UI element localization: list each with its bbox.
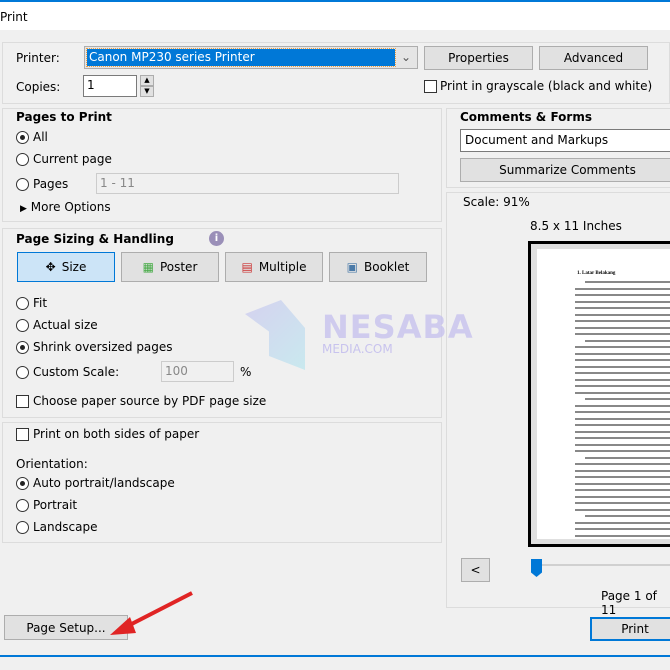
doc-text-line xyxy=(575,534,670,537)
doc-text-line xyxy=(575,450,670,452)
doc-text-line xyxy=(575,502,670,504)
summarize-comments-button[interactable]: Summarize Comments xyxy=(460,158,670,182)
page-preview: 1. Latar Belakang xyxy=(528,241,670,547)
printer-label: Printer: xyxy=(16,51,60,65)
doc-heading: 1. Latar Belakang xyxy=(577,271,616,276)
paper-size-label: 8.5 x 11 Inches xyxy=(530,219,622,233)
doc-text-line xyxy=(575,463,670,465)
doc-text-line xyxy=(585,281,670,283)
poster-icon: ▦ xyxy=(142,260,154,274)
radio-pages[interactable]: Pages xyxy=(16,177,68,191)
doc-text-line xyxy=(575,287,670,290)
doc-text-line xyxy=(575,417,670,420)
doc-text-line xyxy=(575,385,670,387)
comments-title: Comments & Forms xyxy=(460,110,592,124)
pages-to-print-title: Pages to Print xyxy=(16,110,112,124)
booklet-button[interactable]: ▣ Booklet xyxy=(329,252,427,282)
page-sizing-title: Page Sizing & Handling xyxy=(16,232,174,246)
duplex-checkbox[interactable]: Print on both sides of paper xyxy=(16,427,199,441)
doc-text-line xyxy=(575,424,670,426)
doc-text-line xyxy=(575,320,670,322)
doc-text-line xyxy=(585,456,670,459)
doc-text-line xyxy=(575,508,670,511)
doc-text-line xyxy=(575,443,670,446)
doc-text-line xyxy=(575,437,670,439)
doc-text-line xyxy=(575,294,670,296)
radio-custom-scale[interactable]: Custom Scale: xyxy=(16,365,119,379)
doc-text-line xyxy=(585,515,670,517)
radio-current-page[interactable]: Current page xyxy=(16,152,112,166)
page-slider-track[interactable] xyxy=(533,564,670,566)
copies-down-button[interactable]: ▼ xyxy=(140,86,154,97)
paper-source-checkbox[interactable]: Choose paper source by PDF page size xyxy=(16,394,266,408)
page-indicator: Page 1 of 11 xyxy=(601,589,657,617)
copies-input[interactable]: 1 xyxy=(83,75,137,97)
doc-text-line xyxy=(575,521,670,524)
doc-text-line xyxy=(585,339,670,342)
title-bar: Print xyxy=(0,0,670,30)
radio-landscape[interactable]: Landscape xyxy=(16,520,97,534)
doc-text-line xyxy=(585,398,670,400)
radio-all[interactable]: All xyxy=(16,130,48,144)
doc-text-line xyxy=(575,333,670,335)
properties-button[interactable]: Properties xyxy=(424,46,533,70)
scale-label: Scale: 91% xyxy=(463,195,530,209)
comments-select[interactable]: Document and Markups xyxy=(460,129,670,152)
doc-text-line xyxy=(575,495,670,498)
copies-up-button[interactable]: ▲ xyxy=(140,75,154,86)
more-options-toggle[interactable]: ▶ More Options xyxy=(20,200,111,214)
booklet-icon: ▣ xyxy=(346,260,359,274)
chevron-down-icon: ⌄ xyxy=(400,50,411,64)
doc-text-line xyxy=(575,359,670,361)
doc-text-line xyxy=(575,378,670,381)
doc-text-line xyxy=(575,489,670,491)
annotation-arrow-icon xyxy=(110,591,193,635)
radio-fit[interactable]: Fit xyxy=(16,296,47,310)
doc-text-line xyxy=(575,482,670,485)
watermark-subtext: MEDIA.COM xyxy=(322,342,393,356)
poster-button[interactable]: ▦ Poster xyxy=(121,252,219,282)
percent-label: % xyxy=(240,365,252,379)
doc-text-line xyxy=(575,352,670,355)
copies-label: Copies: xyxy=(16,80,61,94)
info-icon[interactable]: i xyxy=(209,231,224,246)
advanced-button[interactable]: Advanced xyxy=(539,46,648,70)
doc-text-line xyxy=(575,411,670,413)
doc-text-line xyxy=(575,476,670,478)
print-button[interactable]: Print xyxy=(590,617,670,641)
multiple-icon: ▤ xyxy=(241,260,253,274)
doc-text-line xyxy=(575,300,670,303)
size-icon: ✥ xyxy=(45,260,56,274)
doc-text-line xyxy=(575,372,670,374)
orientation-label: Orientation: xyxy=(16,457,88,471)
pages-range-input[interactable]: 1 - 11 xyxy=(96,173,399,194)
doc-text-line xyxy=(575,404,670,407)
radio-shrink[interactable]: Shrink oversized pages xyxy=(16,340,173,354)
doc-text-line xyxy=(575,365,670,368)
size-button[interactable]: ✥ Size xyxy=(17,252,115,282)
doc-text-line xyxy=(575,391,670,394)
printer-select[interactable]: Canon MP230 series Printer ⌄ xyxy=(84,46,418,69)
grayscale-checkbox[interactable]: Print in grayscale (black and white) xyxy=(424,79,652,93)
custom-scale-input[interactable]: 100 xyxy=(161,361,234,382)
window-title: Print xyxy=(0,10,28,24)
doc-text-line xyxy=(575,307,670,309)
doc-text-line xyxy=(575,430,670,433)
multiple-button[interactable]: ▤ Multiple xyxy=(225,252,323,282)
doc-text-line xyxy=(575,346,670,348)
radio-auto-orientation[interactable]: Auto portrait/landscape xyxy=(16,476,175,490)
doc-text-line xyxy=(575,469,670,472)
window-bottom-border xyxy=(0,655,670,657)
radio-portrait[interactable]: Portrait xyxy=(16,498,77,512)
doc-text-line xyxy=(575,313,670,316)
doc-text-line xyxy=(575,528,670,530)
previous-page-button[interactable]: < xyxy=(461,558,490,582)
doc-text-line xyxy=(575,326,670,329)
radio-actual-size[interactable]: Actual size xyxy=(16,318,98,332)
triangle-right-icon: ▶ xyxy=(20,204,27,214)
